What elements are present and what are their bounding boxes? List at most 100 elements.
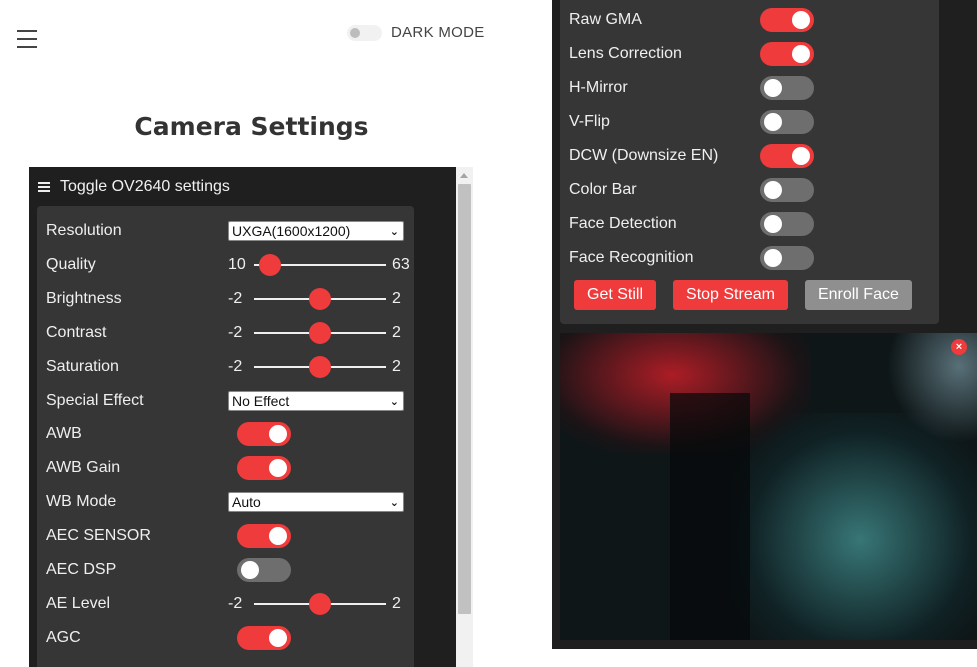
setting-row-saturation: Saturation -2 2 xyxy=(46,350,408,384)
slider-max: 2 xyxy=(392,323,401,341)
setting-row-face-recognition: Face Recognition xyxy=(569,241,929,275)
get-still-button[interactable]: Get Still xyxy=(574,280,657,310)
aec-dsp-switch[interactable] xyxy=(237,558,291,582)
contrast-slider: -2 2 xyxy=(228,321,401,344)
slider-max: 63 xyxy=(392,255,410,273)
setting-label: V-Flip xyxy=(569,113,610,130)
setting-label: Resolution xyxy=(46,222,122,239)
slider-track[interactable] xyxy=(254,592,386,615)
slider-thumb[interactable] xyxy=(258,253,281,276)
setting-label: H-Mirror xyxy=(569,79,628,96)
setting-row-color-bar: Color Bar xyxy=(569,173,929,207)
setting-row-wb-mode: WB Mode Auto ⌄ xyxy=(46,485,408,519)
agc-switch[interactable] xyxy=(237,625,291,650)
setting-label: AE Level xyxy=(46,594,111,612)
setting-label: Quality xyxy=(46,255,96,273)
setting-row-agc: AGC xyxy=(46,621,408,655)
setting-row-ae-level: AE Level -2 2 xyxy=(46,587,408,621)
scroll-thumb[interactable] xyxy=(458,184,471,614)
ae-level-slider: -2 2 xyxy=(228,592,401,615)
setting-label: DCW (Downsize EN) xyxy=(569,147,719,164)
slider-min: -2 xyxy=(228,323,243,341)
right-settings-list: Get Still Stop Stream Enroll Face Raw GM… xyxy=(560,0,939,324)
setting-label: AWB xyxy=(46,425,82,443)
slider-track[interactable] xyxy=(254,287,386,310)
action-buttons: Get Still Stop Stream Enroll Face xyxy=(574,280,929,310)
color-bar-switch[interactable] xyxy=(760,178,814,202)
setting-row-dcw-downsize-en: DCW (Downsize EN) xyxy=(569,139,929,173)
face-detection-switch[interactable] xyxy=(760,212,814,236)
slider-track[interactable] xyxy=(254,321,386,344)
dcw-downsize-en-switch[interactable] xyxy=(760,144,814,168)
awb-switch[interactable] xyxy=(237,422,291,447)
slider-thumb[interactable] xyxy=(309,321,331,344)
settings-toggle[interactable]: Toggle OV2640 settings xyxy=(29,167,456,207)
resolution-select[interactable]: UXGA(1600x1200) ⌄ xyxy=(228,221,404,241)
slider-max: 2 xyxy=(392,289,401,307)
slider-min: 10 xyxy=(228,255,246,273)
setting-row-awb-gain: AWB Gain xyxy=(46,451,408,485)
setting-row-brightness: Brightness -2 2 xyxy=(46,282,408,316)
aec-sensor-switch[interactable] xyxy=(237,524,291,549)
enroll-face-button[interactable]: Enroll Face xyxy=(804,280,912,310)
dark-mode-toggle[interactable]: DARK MODE xyxy=(347,24,485,41)
settings-panel: Toggle OV2640 settings Resolution UXGA(16… xyxy=(29,167,456,667)
setting-row-lens-correction: Lens Correction xyxy=(569,37,929,71)
quality-slider: 10 63 xyxy=(228,253,410,276)
setting-row-face-detection: Face Detection xyxy=(569,207,929,241)
setting-label: Saturation xyxy=(46,357,119,375)
setting-row-aec-dsp: AEC DSP xyxy=(46,553,408,587)
special-effect-select[interactable]: No Effect ⌄ xyxy=(228,390,404,411)
settings-toggle-label: Toggle OV2640 settings xyxy=(60,178,230,195)
slider-thumb[interactable] xyxy=(309,287,331,310)
select-value: No Effect xyxy=(232,392,290,409)
setting-label: Raw GMA xyxy=(569,11,642,28)
slider-thumb[interactable] xyxy=(309,592,331,615)
select-value: Auto xyxy=(232,494,261,511)
menu-icon[interactable] xyxy=(17,30,37,50)
setting-row-special-effect: Special Effect No Effect ⌄ xyxy=(46,384,408,418)
right-pane: Get Still Stop Stream Enroll Face Raw GM… xyxy=(534,0,977,667)
setting-row-awb: AWB xyxy=(46,417,408,451)
brightness-slider: -2 2 xyxy=(228,287,401,310)
setting-row-quality: Quality 10 63 xyxy=(46,248,410,282)
face-recognition-switch[interactable] xyxy=(760,246,814,270)
setting-label: Color Bar xyxy=(569,181,637,198)
stream-view: × xyxy=(560,333,977,640)
scrollbar[interactable] xyxy=(456,167,473,667)
setting-row-contrast: Contrast -2 2 xyxy=(46,316,408,350)
raw-gma-switch[interactable] xyxy=(760,8,814,32)
saturation-slider: -2 2 xyxy=(228,355,401,378)
stop-stream-button[interactable]: Stop Stream xyxy=(673,280,788,310)
v-flip-switch[interactable] xyxy=(760,110,814,134)
setting-label: Lens Correction xyxy=(569,45,682,62)
setting-row-raw-gma: Raw GMA xyxy=(569,3,929,37)
setting-label: Face Detection xyxy=(569,215,677,232)
setting-label: Face Recognition xyxy=(569,249,694,266)
scroll-up-icon[interactable] xyxy=(460,173,468,178)
slider-track[interactable] xyxy=(254,355,386,378)
settings-list: Resolution UXGA(1600x1200) ⌄ Quality 10 63 Bri… xyxy=(37,206,414,667)
setting-label: Contrast xyxy=(46,323,107,341)
slider-track[interactable] xyxy=(254,253,386,276)
chevron-down-icon: ⌄ xyxy=(389,395,399,408)
slider-max: 2 xyxy=(392,594,401,612)
dark-mode-switch[interactable] xyxy=(347,24,382,41)
setting-label: WB Mode xyxy=(46,493,117,511)
lens-correction-switch[interactable] xyxy=(760,42,814,66)
slider-thumb[interactable] xyxy=(309,355,331,378)
setting-label: Special Effect xyxy=(46,391,144,409)
close-icon[interactable]: × xyxy=(951,339,967,355)
setting-row-h-mirror: H-Mirror xyxy=(569,71,929,105)
chevron-down-icon: ⌄ xyxy=(389,497,399,510)
h-mirror-switch[interactable] xyxy=(760,76,814,100)
slider-min: -2 xyxy=(228,289,243,307)
dark-mode-label: DARK MODE xyxy=(391,24,485,41)
setting-row-aec-sensor: AEC SENSOR xyxy=(46,519,408,553)
setting-label: AWB Gain xyxy=(46,459,121,477)
setting-label: AEC SENSOR xyxy=(46,527,151,545)
select-value: UXGA(1600x1200) xyxy=(232,223,351,239)
page-title: Camera Settings xyxy=(134,112,369,141)
awb-gain-switch[interactable] xyxy=(237,456,291,481)
wb-mode-select[interactable]: Auto ⌄ xyxy=(228,492,404,513)
